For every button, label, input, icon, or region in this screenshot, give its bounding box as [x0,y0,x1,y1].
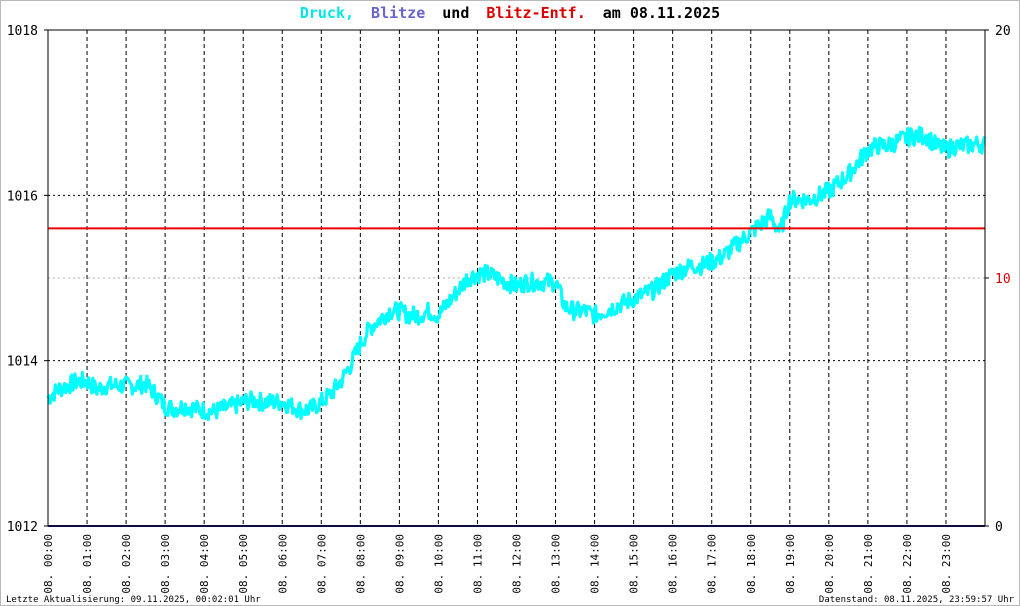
x-tick-label: 08. 01:00 [81,534,94,594]
title-druck: Druck, [300,4,354,22]
x-tick-label: 08. 13:00 [550,534,563,594]
x-tick-label: 08. 12:00 [511,534,524,594]
y-left-tick-label: 1016 [7,189,38,204]
x-tick-label: 08. 07:00 [315,534,328,594]
y-left-tick-label: 1018 [7,24,38,39]
x-tick-label: 08. 03:00 [159,534,172,594]
title-und: und [442,4,469,22]
chart-page: Druck, Blitze und Blitz-Entf. am 08.11.2… [0,0,1020,606]
title-date: am 08.11.2025 [603,4,720,22]
pressure-lightning-chart: Druck, Blitze und Blitz-Entf. am 08.11.2… [0,0,1020,606]
x-tick-label: 08. 14:00 [589,534,602,594]
x-tick-label: 08. 05:00 [237,534,250,594]
x-tick-label: 08. 22:00 [901,534,914,594]
x-tick-label: 08. 02:00 [120,534,133,594]
x-tick-label: 08. 15:00 [628,534,641,594]
x-tick-label: 08. 19:00 [784,534,797,594]
x-tick-label: 08. 08:00 [354,534,367,594]
x-tick-label: 08. 04:00 [198,534,211,594]
x-tick-label: 08. 20:00 [823,534,836,594]
footer-data-status: Datenstand: 08.11.2025, 23:59:57 Uhr [819,595,1015,605]
y-left-tick-label: 1014 [7,355,38,370]
y-right-tick-label: 10 [995,272,1011,287]
x-tick-label: 08. 16:00 [667,534,680,594]
x-tick-label: 08. 23:00 [940,534,953,594]
x-tick-label: 08. 21:00 [862,534,875,594]
footer-last-update: Letzte Aktualisierung: 09.11.2025, 00:02… [6,595,261,605]
chart-frame [0,0,1020,606]
x-tick-label: 08. 09:00 [393,534,406,594]
chart-title: Druck, Blitze und Blitz-Entf. am 08.11.2… [300,4,720,22]
y-left-tick-label: 1012 [7,520,38,535]
x-tick-label: 08. 06:00 [276,534,289,594]
y-right-tick-label: 20 [995,24,1011,39]
title-blitze: Blitze [371,4,425,22]
x-tick-label: 08. 11:00 [471,534,484,594]
x-tick-label: 08. 00:00 [42,534,55,594]
title-blitz-entf: Blitz-Entf. [486,4,585,22]
x-tick-label: 08. 10:00 [432,534,445,594]
x-tick-label: 08. 18:00 [745,534,758,594]
x-tick-label: 08. 17:00 [706,534,719,594]
y-right-tick-label: 0 [995,520,1003,535]
